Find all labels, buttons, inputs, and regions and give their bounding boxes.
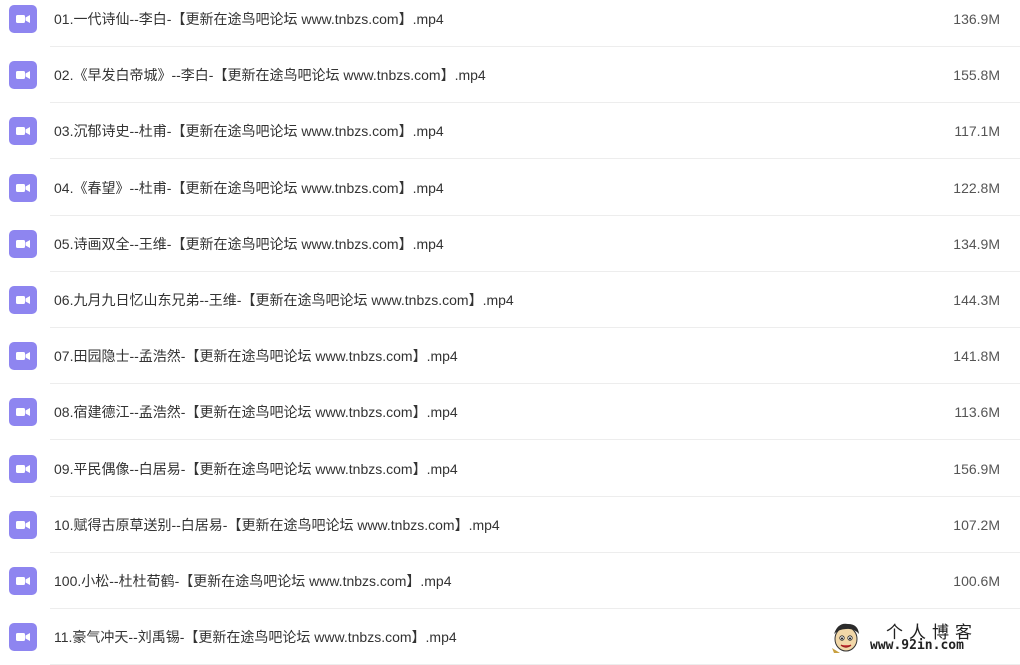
file-size: 156.9M <box>953 460 1000 477</box>
video-file-icon <box>9 61 37 90</box>
video-file-icon <box>9 173 37 202</box>
file-size: 141.8M <box>953 348 1000 365</box>
file-name[interactable]: 100.小松--杜杜荀鹤-【更新在途鸟吧论坛 www.tnbzs.com】.mp… <box>54 571 452 591</box>
file-name[interactable]: 11.豪气冲天--刘禹锡-【更新在途鸟吧论坛 www.tnbzs.com】.mp… <box>54 627 457 647</box>
video-file-icon <box>9 229 37 258</box>
file-row[interactable]: 04.《春望》--杜甫-【更新在途鸟吧论坛 www.tnbzs.com】.mp4… <box>0 160 1020 216</box>
video-file-icon <box>9 510 37 539</box>
file-size: 100.6M <box>953 573 1000 589</box>
file-row[interactable]: 09.平民偶像--白居易-【更新在途鸟吧论坛 www.tnbzs.com】.mp… <box>0 441 1020 497</box>
file-name[interactable]: 09.平民偶像--白居易-【更新在途鸟吧论坛 www.tnbzs.com】.mp… <box>54 459 458 479</box>
file-row[interactable]: 03.沉郁诗史--杜甫-【更新在途鸟吧论坛 www.tnbzs.com】.mp4… <box>0 103 1020 160</box>
file-size: 134.9M <box>953 235 1000 252</box>
video-file-icon <box>9 454 37 483</box>
video-file-icon <box>9 286 37 314</box>
watermark: 个人博客 www.92in.com <box>826 618 1018 656</box>
file-size: 136.9M <box>953 11 1000 27</box>
file-name[interactable]: 03.沉郁诗史--杜甫-【更新在途鸟吧论坛 www.tnbzs.com】.mp4 <box>54 121 444 141</box>
file-row[interactable]: 10.赋得古原草送别--白居易-【更新在途鸟吧论坛 www.tnbzs.com】… <box>0 497 1020 553</box>
file-name[interactable]: 04.《春望》--杜甫-【更新在途鸟吧论坛 www.tnbzs.com】.mp4 <box>54 178 444 198</box>
file-row[interactable]: 07.田园隐士--孟浩然-【更新在途鸟吧论坛 www.tnbzs.com】.mp… <box>0 328 1020 385</box>
file-name[interactable]: 01.一代诗仙--李白-【更新在途鸟吧论坛 www.tnbzs.com】.mp4 <box>54 9 444 29</box>
file-name[interactable]: 05.诗画双全--王维-【更新在途鸟吧论坛 www.tnbzs.com】.mp4 <box>54 234 444 254</box>
mascot-logo-icon <box>832 623 859 653</box>
file-name[interactable]: 02.《早发白帝城》--李白-【更新在途鸟吧论坛 www.tnbzs.com】.… <box>54 65 486 85</box>
file-size: 113.6M <box>954 404 1000 421</box>
video-file-icon <box>9 623 37 652</box>
video-file-icon <box>9 398 37 427</box>
file-size: 155.8M <box>953 67 1000 84</box>
file-size: 122.8M <box>953 179 1000 196</box>
file-list: 01.一代诗仙--李白-【更新在途鸟吧论坛 www.tnbzs.com】.mp4… <box>0 0 1020 665</box>
file-name[interactable]: 08.宿建德江--孟浩然-【更新在途鸟吧论坛 www.tnbzs.com】.mp… <box>54 402 458 422</box>
video-file-icon <box>9 342 37 371</box>
file-size: 117.1M <box>954 123 1000 140</box>
video-file-icon <box>9 567 37 595</box>
file-name[interactable]: 07.田园隐士--孟浩然-【更新在途鸟吧论坛 www.tnbzs.com】.mp… <box>54 346 458 366</box>
file-row[interactable]: 01.一代诗仙--李白-【更新在途鸟吧论坛 www.tnbzs.com】.mp4… <box>0 0 1020 47</box>
file-name[interactable]: 10.赋得古原草送别--白居易-【更新在途鸟吧论坛 www.tnbzs.com】… <box>54 515 500 535</box>
file-name[interactable]: 06.九月九日忆山东兄弟--王维-【更新在途鸟吧论坛 www.tnbzs.com… <box>54 290 514 310</box>
file-row[interactable]: 100.小松--杜杜荀鹤-【更新在途鸟吧论坛 www.tnbzs.com】.mp… <box>0 553 1020 609</box>
watermark-url: www.92in.com <box>870 638 964 653</box>
file-row[interactable]: 02.《早发白帝城》--李白-【更新在途鸟吧论坛 www.tnbzs.com】.… <box>0 47 1020 104</box>
file-row[interactable]: 05.诗画双全--王维-【更新在途鸟吧论坛 www.tnbzs.com】.mp4… <box>0 216 1020 272</box>
file-size: 107.2M <box>953 516 1000 533</box>
video-file-icon <box>9 117 37 146</box>
file-size: 144.3M <box>953 292 1000 308</box>
file-row[interactable]: 08.宿建德江--孟浩然-【更新在途鸟吧论坛 www.tnbzs.com】.mp… <box>0 384 1020 441</box>
file-row[interactable]: 06.九月九日忆山东兄弟--王维-【更新在途鸟吧论坛 www.tnbzs.com… <box>0 272 1020 328</box>
video-file-icon <box>9 5 37 33</box>
